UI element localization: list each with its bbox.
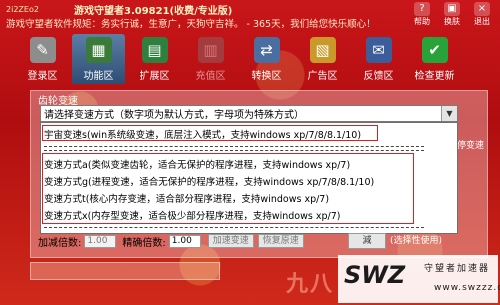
board-icon: ▤ <box>141 37 168 63</box>
accel-input[interactable]: 1.00 <box>84 234 117 248</box>
precise-label: 精确倍数: <box>122 237 166 249</box>
speed-mode-dropdown: 宇宙变速s(win系统级变速，底层注入模式，支持windows xp/7/8/8… <box>40 122 458 234</box>
skin-button[interactable]: ▣ 换肤 <box>440 2 464 27</box>
tab-extension[interactable]: ▤ 扩展区 <box>128 34 181 84</box>
help-button[interactable]: ? 帮助 <box>410 2 434 27</box>
apply-speed-button[interactable]: 加速变速 <box>207 234 254 248</box>
top-actions: ? 帮助 ▣ 换肤 × 退出 <box>410 2 494 27</box>
select-hint: (选择性使用) <box>390 236 443 246</box>
marquee-text: 游戏守望者软件规矩：务实行诚，生意广，天狗守吉祥。 - 365天，我们给您快乐顺… <box>6 19 376 30</box>
close-icon: × <box>474 2 490 16</box>
main-tabs: ✎ 登录区 ▦ 功能区 ▤ 扩展区 ▥ 充值区 ⇄ 转换区 ▧ 广告区 ✉ 反馈… <box>0 34 500 84</box>
highlight-box-top <box>42 125 378 141</box>
tab-ad[interactable]: ▧ 广告区 <box>296 34 349 84</box>
speed-mode-selected: 请选择变速方式（数字项为默认方式，字母项为特殊方式） <box>44 110 304 121</box>
dropdown-separator <box>44 150 424 151</box>
tab-ad-label: 广告区 <box>307 71 338 82</box>
dropdown-separator <box>44 227 424 228</box>
chip-icon: ▦ <box>85 37 112 63</box>
status-bar <box>30 262 220 280</box>
precise-input[interactable]: 1.00 <box>168 234 201 248</box>
tab-charge[interactable]: ▥ 充值区 <box>184 34 237 84</box>
tab-login-label: 登录区 <box>27 71 58 82</box>
watermark-logo-text: SWZ <box>344 261 406 289</box>
convert-icon: ⇄ <box>253 37 280 63</box>
window-title: 游戏守望者3.09821(收费/专业版) <box>74 5 233 17</box>
accel-label: 加减倍数: <box>38 237 82 249</box>
watermark-logo: SWZ 守望者加速器 www.swzzz.com <box>338 255 500 303</box>
exit-button[interactable]: × 退出 <box>470 2 494 27</box>
tab-function-label: 功能区 <box>83 71 114 82</box>
help-label: 帮助 <box>414 17 430 26</box>
dropdown-separator <box>44 146 424 147</box>
tab-feedback[interactable]: ✉ 反馈区 <box>352 34 405 84</box>
help-icon: ? <box>414 2 430 16</box>
skin-icon: ▣ <box>444 2 460 16</box>
multiplier-row: 加减倍数: 1.00 精确倍数: 1.00 加速变速 恢复原速 <box>38 234 304 249</box>
wallet-icon: ▥ <box>197 37 224 63</box>
tab-function[interactable]: ▦ 功能区 <box>72 34 125 84</box>
right-action-button[interactable]: 減 <box>348 233 386 249</box>
ad-icon: ▧ <box>309 37 336 63</box>
feedback-icon: ✉ <box>365 37 392 63</box>
tab-charge-label: 充值区 <box>195 71 226 82</box>
tab-update-label: 检查更新 <box>414 71 455 82</box>
watermark-chinese: 九八 <box>286 272 335 297</box>
app-window: 2i2ZEo2 游戏守望者3.09821(收费/专业版) ? 帮助 ▣ 换肤 ×… <box>0 0 500 305</box>
restore-speed-button[interactable]: 恢复原速 <box>257 234 304 248</box>
watermark-sub2: www.swzzz.com <box>434 283 500 293</box>
highlight-box-bottom <box>42 153 414 224</box>
watermark-sub1: 守望者加速器 <box>424 264 491 274</box>
check-icon: ✔ <box>421 37 448 63</box>
skin-label: 换肤 <box>444 17 460 26</box>
tab-feedback-label: 反馈区 <box>363 71 394 82</box>
tab-convert-label: 转换区 <box>251 71 282 82</box>
tab-convert[interactable]: ⇄ 转换区 <box>240 34 293 84</box>
exit-label: 退出 <box>474 17 490 26</box>
wrench-icon: ✎ <box>29 37 56 63</box>
tab-login[interactable]: ✎ 登录区 <box>16 34 69 84</box>
chevron-down-icon[interactable]: ▼ <box>441 106 457 121</box>
window-id: 2i2ZEo2 <box>6 4 39 14</box>
speed-mode-select[interactable]: 请选择变速方式（数字项为默认方式，字母项为特殊方式） ▼ <box>40 105 458 122</box>
tab-update[interactable]: ✔ 检查更新 <box>408 34 461 84</box>
tab-extension-label: 扩展区 <box>139 71 170 82</box>
